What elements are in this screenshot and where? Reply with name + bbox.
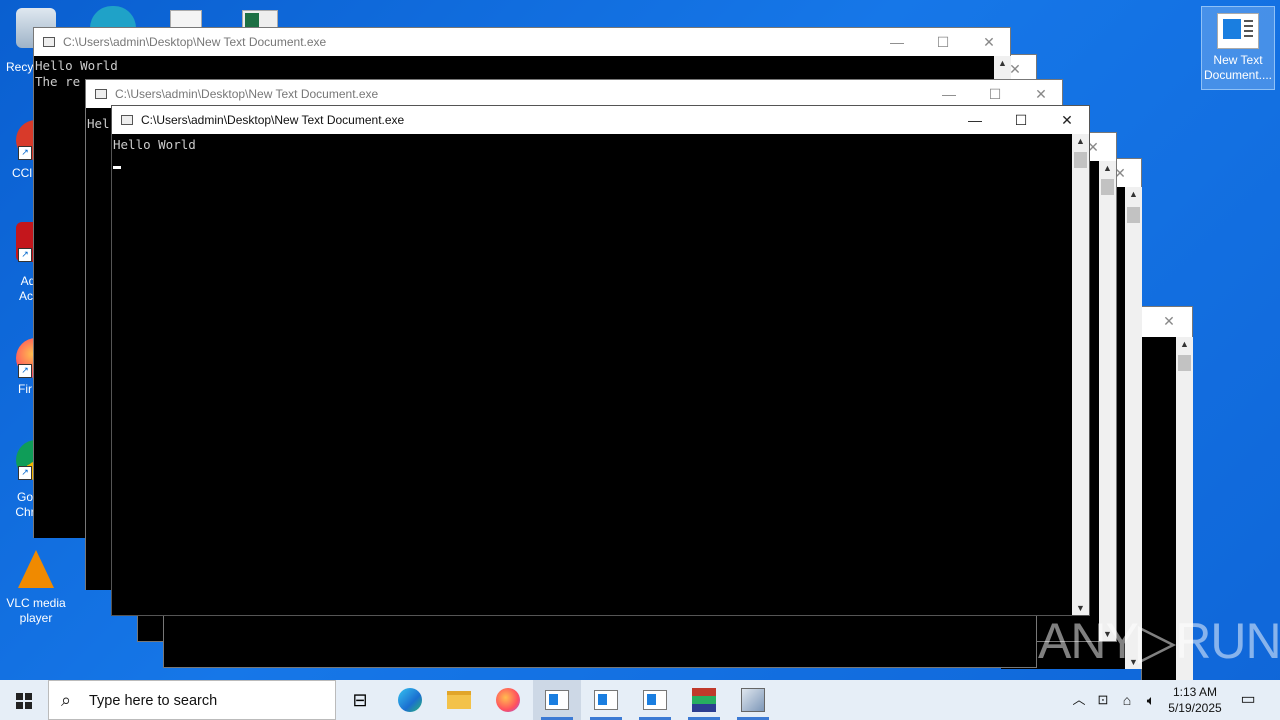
- title-bar[interactable]: C:\Users\admin\Desktop\New Text Document…: [112, 106, 1089, 134]
- notifications-button[interactable]: ▭: [1232, 680, 1264, 720]
- maximize-button[interactable]: ☐: [972, 80, 1018, 108]
- firefox-icon: [496, 688, 520, 712]
- console-app-icon: [545, 690, 569, 710]
- minimize-button[interactable]: —: [874, 28, 920, 56]
- archive-taskbar-button[interactable]: [680, 680, 728, 720]
- installer-icon: [741, 688, 765, 712]
- close-button[interactable]: ✕: [1018, 80, 1064, 108]
- show-hidden-icons-button[interactable]: ︿: [1070, 680, 1088, 720]
- window-title: C:\Users\admin\Desktop\New Text Document…: [141, 113, 405, 127]
- console-app-icon: [121, 115, 133, 125]
- tray-device-icon[interactable]: ⊡: [1094, 680, 1112, 720]
- vertical-scrollbar[interactable]: ▲ ▼: [1072, 134, 1089, 615]
- clock[interactable]: 1:13 AM 5/19/2025: [1160, 684, 1230, 716]
- taskbar: ⌕ Type here to search ⊟ ︿ ⊡ ⌂ 🔈︎ 1:13 AM…: [0, 680, 1280, 720]
- installer-taskbar-button[interactable]: [729, 680, 777, 720]
- scrollbar-thumb[interactable]: [1074, 152, 1087, 168]
- text-cursor: [113, 166, 121, 169]
- shortcut-arrow-icon: ↗: [18, 146, 32, 160]
- firefox-label: Fir: [18, 382, 32, 396]
- console-app-icon: [594, 690, 618, 710]
- minimize-icon: —: [890, 34, 904, 50]
- start-button[interactable]: [0, 680, 48, 720]
- console-taskbar-button-3[interactable]: [631, 680, 679, 720]
- new-text-document-label: New Text Document....: [1203, 53, 1273, 82]
- search-placeholder: Type here to search: [89, 693, 218, 709]
- minimize-icon: —: [968, 112, 982, 128]
- windows-logo-icon: [16, 693, 32, 709]
- close-button[interactable]: ✕: [1146, 307, 1192, 335]
- ccleaner-label: CCl: [12, 166, 32, 180]
- new-text-document-desktop-icon[interactable]: New Text Document....: [1201, 6, 1275, 90]
- volume-icon[interactable]: 🔈︎: [1141, 680, 1161, 720]
- maximize-button[interactable]: ☐: [920, 28, 966, 56]
- console-app-icon: [95, 89, 107, 99]
- console-output: Hello World: [112, 134, 1072, 615]
- task-view-button[interactable]: ⊟: [336, 680, 384, 720]
- console-window-active[interactable]: C:\Users\admin\Desktop\New Text Document…: [111, 105, 1090, 616]
- close-icon: ✕: [1035, 86, 1047, 102]
- console-app-icon: [643, 690, 667, 710]
- scroll-up-icon[interactable]: ▲: [1125, 189, 1142, 199]
- scroll-up-icon[interactable]: ▲: [1099, 163, 1116, 173]
- window-title: C:\Users\admin\Desktop\New Text Document…: [115, 87, 379, 101]
- vlc-shortcut-icon[interactable]: VLC media player: [0, 550, 72, 626]
- window-title: C:\Users\admin\Desktop\New Text Document…: [63, 35, 327, 49]
- console-line: Hel: [87, 116, 110, 131]
- clock-time: 1:13 AM: [1172, 685, 1218, 699]
- close-icon: ✕: [1163, 313, 1175, 329]
- title-bar[interactable]: C:\Users\admin\Desktop\New Text Document…: [86, 80, 1062, 108]
- console-app-icon: [1217, 13, 1259, 49]
- shortcut-arrow-icon: ↗: [18, 364, 32, 378]
- console-taskbar-button-2[interactable]: [582, 680, 630, 720]
- maximize-icon: ☐: [936, 34, 950, 50]
- close-button[interactable]: ✕: [966, 28, 1012, 56]
- clock-date: 5/19/2025: [1168, 701, 1222, 715]
- minimize-button[interactable]: —: [952, 106, 998, 134]
- console-line: Hello World: [35, 58, 118, 73]
- close-icon: ✕: [1061, 112, 1073, 128]
- edge-icon: [398, 688, 422, 712]
- close-button[interactable]: ✕: [1044, 106, 1090, 134]
- console-line: Hello World: [113, 137, 196, 152]
- vertical-scrollbar[interactable]: ▲ ▼: [1099, 161, 1116, 641]
- close-icon: ✕: [983, 34, 995, 50]
- firefox-taskbar-button[interactable]: [484, 680, 532, 720]
- edge-desktop-icon[interactable]: [90, 6, 136, 28]
- scroll-up-icon[interactable]: ▲: [1176, 339, 1193, 349]
- search-icon: ⌕: [61, 690, 72, 710]
- console-app-icon: [43, 37, 55, 47]
- title-bar[interactable]: C:\Users\admin\Desktop\New Text Document…: [34, 28, 1010, 56]
- minimize-button[interactable]: —: [926, 80, 972, 108]
- archive-icon: [692, 688, 716, 712]
- anyrun-watermark: ANY▷RUN: [1038, 613, 1280, 669]
- vlc-label: VLC media player: [6, 596, 66, 625]
- maximize-icon: ☐: [988, 86, 1002, 102]
- maximize-icon: ☐: [1014, 112, 1028, 128]
- maximize-button[interactable]: ☐: [998, 106, 1044, 134]
- task-view-icon: ⊟: [352, 690, 368, 710]
- shortcut-arrow-icon: ↗: [18, 248, 32, 262]
- file-explorer-taskbar-button[interactable]: [435, 680, 483, 720]
- folder-icon: [447, 691, 471, 709]
- edge-taskbar-button[interactable]: [386, 680, 434, 720]
- console-line: The re: [35, 74, 81, 89]
- console-taskbar-button-1[interactable]: [533, 680, 581, 720]
- network-icon[interactable]: ⌂: [1117, 680, 1137, 720]
- recycle-bin-label: Recy: [6, 60, 34, 74]
- minimize-icon: —: [942, 86, 956, 102]
- scroll-up-icon[interactable]: ▲: [1072, 136, 1089, 146]
- shortcut-arrow-icon: ↗: [18, 466, 32, 480]
- chevron-up-icon: ︿: [1072, 692, 1086, 707]
- notification-icon: ▭: [1240, 691, 1256, 708]
- vertical-scrollbar[interactable]: ▲ ▼: [1125, 187, 1142, 669]
- scroll-up-icon[interactable]: ▲: [994, 58, 1011, 68]
- taskbar-search[interactable]: ⌕ Type here to search: [48, 680, 336, 720]
